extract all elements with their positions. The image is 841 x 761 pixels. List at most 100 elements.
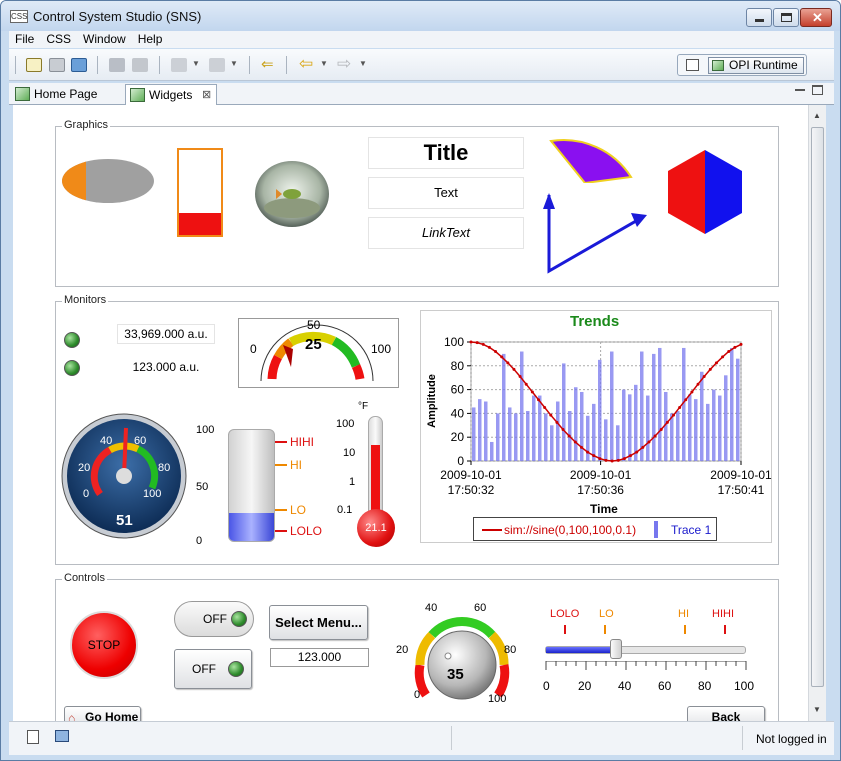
- menu-css[interactable]: CSS: [40, 31, 77, 48]
- slider-tick-label: 80: [698, 679, 712, 693]
- legend-bar-swatch: [654, 521, 658, 538]
- app-window: CSS Control System Studio (SNS) ✕ File CS…: [0, 0, 841, 761]
- bar-mark: [628, 394, 632, 461]
- y-tick-label: 60: [451, 383, 465, 397]
- tab-widgets[interactable]: Widgets ⊠: [125, 84, 217, 105]
- properties-icon[interactable]: [132, 58, 148, 72]
- tank-lolo-marker: [275, 530, 287, 532]
- gauge-tick-label: 20: [78, 462, 91, 474]
- bar-mark: [724, 375, 728, 461]
- new-icon[interactable]: [26, 58, 42, 72]
- toggle-switch-1[interactable]: OFF: [174, 601, 254, 637]
- knob-tick-label: 20: [396, 644, 409, 656]
- fishbowl-image: [252, 156, 334, 228]
- maximize-view-icon[interactable]: [812, 85, 823, 95]
- stop-button[interactable]: STOP: [70, 611, 138, 679]
- print-icon[interactable]: [109, 58, 125, 72]
- bar-mark: [712, 389, 716, 461]
- y-tick-label: 80: [451, 359, 465, 373]
- arc-graphic: [549, 139, 633, 183]
- slider-tick-label: 40: [618, 679, 632, 693]
- slider-scale: [545, 661, 747, 670]
- chevron-down-icon[interactable]: ▼: [320, 59, 328, 68]
- sine-point: [610, 459, 614, 463]
- menu-bar: File CSS Window Help: [9, 31, 834, 48]
- text-input-field[interactable]: 123.000: [270, 648, 369, 667]
- slider-lo-marker: [604, 625, 606, 634]
- sine-point: [702, 375, 706, 379]
- menu-file[interactable]: File: [9, 31, 40, 48]
- toolbar-separator: [249, 56, 250, 74]
- x-tick-label: 17:50:36: [577, 483, 624, 497]
- slider-track[interactable]: [545, 646, 746, 654]
- tank-hi-label: HI: [290, 458, 302, 472]
- opi-file-icon: [15, 87, 30, 101]
- close-button[interactable]: ✕: [800, 8, 832, 27]
- maximize-icon: [781, 13, 792, 22]
- tank-widget: [228, 429, 275, 542]
- app-logo-icon: CSS: [10, 10, 28, 23]
- slider-thumb[interactable]: [610, 639, 622, 659]
- opi-runtime-perspective-button[interactable]: OPI Runtime: [708, 57, 804, 74]
- sine-point: [469, 340, 473, 344]
- legend-series-1: sim://sine(0,100,100,0.1): [504, 523, 637, 537]
- chevron-down-icon[interactable]: ▼: [192, 59, 200, 68]
- back-button[interactable]: Back: [687, 706, 765, 721]
- status-divider: [742, 726, 743, 750]
- menu-help[interactable]: Help: [132, 31, 169, 48]
- menu-window[interactable]: Window: [77, 31, 132, 48]
- previous-annotation-icon[interactable]: [209, 58, 225, 72]
- meter-min-label: 0: [250, 342, 257, 356]
- slider-lolo-marker: [564, 625, 566, 634]
- minimize-button[interactable]: [746, 8, 772, 27]
- gauge-tick-label: 100: [143, 488, 162, 500]
- open-folder-icon[interactable]: [71, 58, 87, 72]
- maximize-button[interactable]: [773, 8, 799, 27]
- slider-hihi-marker: [724, 625, 726, 634]
- opi-file-icon: [130, 88, 145, 102]
- forward-arrow-icon[interactable]: ⇨: [337, 54, 351, 74]
- close-tab-icon[interactable]: ⊠: [202, 85, 211, 105]
- select-menu-button[interactable]: Select Menu...: [269, 605, 368, 640]
- scroll-up-icon[interactable]: ▲: [813, 111, 821, 120]
- slider-lo-label: LO: [599, 608, 614, 620]
- open-perspective-icon[interactable]: [686, 59, 699, 71]
- bar-mark: [520, 351, 524, 461]
- chevron-down-icon[interactable]: ▼: [230, 59, 238, 68]
- thermo-tick-label: 1: [349, 476, 356, 488]
- sine-point: [696, 382, 700, 386]
- editor-tab-bar: Home Page Widgets ⊠: [9, 83, 834, 105]
- scroll-down-icon[interactable]: ▼: [813, 705, 821, 714]
- slider-hihi-label: HIHI: [712, 608, 734, 620]
- slider-tick-label: 100: [734, 679, 755, 693]
- sine-point: [506, 361, 510, 365]
- fast-view-icon[interactable]: [27, 730, 39, 744]
- bar-mark: [484, 401, 488, 461]
- monitor-icon[interactable]: [55, 730, 69, 742]
- scroll-thumb[interactable]: [811, 127, 824, 687]
- save-icon[interactable]: [49, 58, 65, 72]
- bar-mark: [700, 371, 704, 461]
- slider-hi-marker: [684, 625, 686, 634]
- next-annotation-icon[interactable]: [171, 58, 187, 72]
- vertical-scrollbar[interactable]: ▲ ▼: [808, 105, 826, 721]
- sine-point: [653, 434, 657, 438]
- last-edit-icon[interactable]: ⇐: [261, 55, 274, 73]
- thermometer-bulb: 21.1: [357, 509, 395, 547]
- link-text-label[interactable]: LinkText: [368, 217, 524, 249]
- sine-point: [641, 445, 645, 449]
- minimize-view-icon[interactable]: [795, 89, 805, 91]
- knob-widget[interactable]: [406, 603, 516, 703]
- text-label: Text: [368, 177, 524, 209]
- status-bar: Not logged in: [9, 721, 834, 755]
- toggle-button-2[interactable]: OFF: [174, 649, 252, 689]
- back-arrow-icon[interactable]: ⇦: [299, 54, 313, 74]
- toggle-led: [231, 611, 247, 627]
- chevron-down-icon[interactable]: ▼: [359, 59, 367, 68]
- tab-home-page[interactable]: Home Page: [11, 84, 119, 105]
- bar-mark: [538, 395, 542, 461]
- legend-series-2: Trace 1: [671, 523, 712, 537]
- bar-mark: [514, 413, 518, 461]
- go-home-button[interactable]: ⌂ Go Home: [64, 706, 141, 721]
- knob-tick-label: 0: [414, 689, 421, 701]
